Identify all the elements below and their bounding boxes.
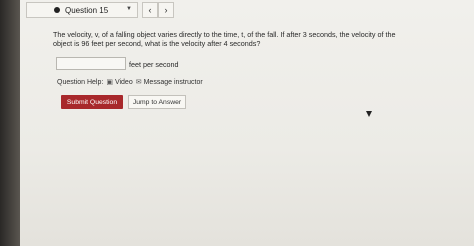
previous-question-button[interactable]: ‹ bbox=[142, 2, 158, 18]
next-question-button[interactable]: › bbox=[158, 2, 174, 18]
mouse-cursor-icon bbox=[366, 111, 372, 117]
question-selector-label: Question 15 bbox=[65, 5, 109, 15]
answer-input[interactable] bbox=[56, 57, 126, 70]
question-text: The velocity, v, of a falling object var… bbox=[53, 30, 396, 48]
video-icon: ▣ bbox=[106, 79, 113, 86]
submit-question-button[interactable]: Submit Question bbox=[61, 95, 123, 109]
video-link-label: Video bbox=[114, 78, 133, 86]
message-instructor-link[interactable]: ✉ Message instructor bbox=[135, 78, 203, 87]
question-selector[interactable]: Question 15 ▼ bbox=[26, 2, 138, 18]
message-instructor-label: Message instructor bbox=[143, 78, 203, 86]
jump-to-answer-button[interactable]: Jump to Answer bbox=[128, 95, 186, 109]
video-link[interactable]: ▣ Video bbox=[106, 78, 133, 87]
envelope-icon: ✉ bbox=[135, 79, 142, 86]
question-help-label: Question Help: bbox=[57, 78, 104, 86]
status-dot-icon bbox=[54, 7, 60, 13]
chevron-down-icon: ▼ bbox=[126, 6, 132, 12]
screen-bezel bbox=[0, 0, 20, 246]
answer-units: feet per second bbox=[129, 60, 179, 69]
question-help-row: Question Help: ▣ Video ✉ Message instruc… bbox=[57, 78, 203, 87]
